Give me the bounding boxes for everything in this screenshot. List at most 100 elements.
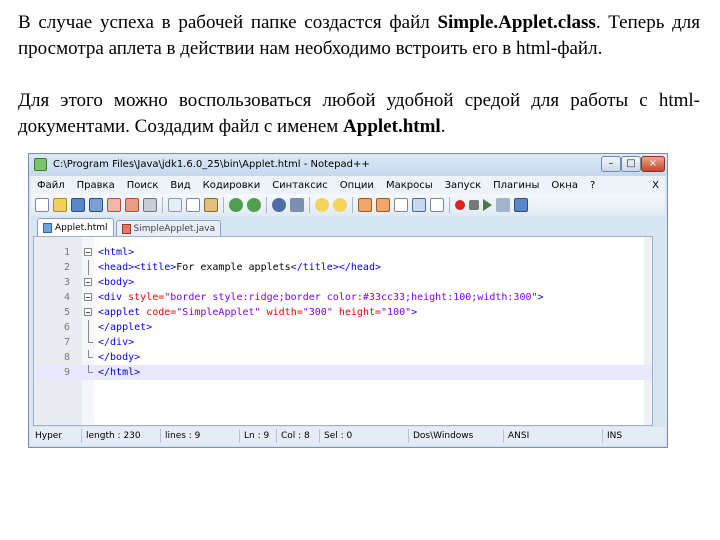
notepad-app-icon xyxy=(34,158,47,171)
code-text: <head><title>For example applets</title>… xyxy=(98,260,381,275)
line-number: 3 xyxy=(63,277,70,288)
line-number: 8 xyxy=(63,352,70,363)
macro-save-icon[interactable] xyxy=(514,198,528,212)
tab-label: Applet.html xyxy=(55,222,108,233)
maximize-button[interactable]: □ xyxy=(621,156,641,172)
code-token-tag: </html> xyxy=(98,367,141,378)
line-number: 1 xyxy=(63,247,70,258)
minimize-button[interactable]: – xyxy=(601,156,621,172)
menu-view[interactable]: Вид xyxy=(164,180,196,191)
menu-syntax[interactable]: Синтаксис xyxy=(266,180,334,191)
code-editor[interactable]: 1 <html> 2 <head><title>For example applets… xyxy=(33,236,653,426)
code-token-val: "SimpleApplet" xyxy=(176,307,261,318)
code-text: </applet> xyxy=(98,320,152,335)
sync-v-icon[interactable] xyxy=(358,198,372,212)
code-token-tag: <div xyxy=(98,292,129,303)
status-lines: lines : 9 xyxy=(161,429,240,443)
menu-macros[interactable]: Макросы xyxy=(380,180,439,191)
toolbar-separator xyxy=(352,197,353,213)
menu-encoding[interactable]: Кодировки xyxy=(197,180,267,191)
code-token-attr: height= xyxy=(338,307,382,318)
undo-icon[interactable] xyxy=(229,198,243,212)
code-line[interactable]: 3 <body> xyxy=(34,275,652,290)
menu-file[interactable]: Файл xyxy=(31,180,71,191)
toolbar-separator xyxy=(266,197,267,213)
code-token-txt: For example applets xyxy=(176,262,291,273)
toolbar-separator xyxy=(223,197,224,213)
code-token-tag: <body> xyxy=(98,277,135,288)
macro-run-icon[interactable] xyxy=(496,198,510,212)
code-token-val: "300" xyxy=(302,307,333,318)
code-token-attr: width= xyxy=(266,307,303,318)
status-eol: Dos\Windows xyxy=(409,429,504,443)
code-line[interactable]: 4 <div style="border style:ridge;border c… xyxy=(34,290,652,305)
status-column: Col : 8 xyxy=(277,429,320,443)
close-document-button[interactable]: X xyxy=(646,180,665,191)
close-all-icon[interactable] xyxy=(125,198,139,212)
code-token-tag: > xyxy=(537,292,544,303)
title-bar[interactable]: C:\Program Files\Java\jdk1.6.0_25\bin\Ap… xyxy=(29,154,667,176)
fold-toggle-icon[interactable] xyxy=(84,248,92,256)
zoom-out-icon[interactable] xyxy=(333,198,347,212)
menu-search[interactable]: Поиск xyxy=(121,180,165,191)
fold-toggle-icon[interactable] xyxy=(84,278,92,286)
find-icon[interactable] xyxy=(272,198,286,212)
replace-icon[interactable] xyxy=(290,198,304,212)
line-number: 9 xyxy=(63,367,70,378)
code-line[interactable]: 9 </html> xyxy=(34,365,652,380)
menu-windows[interactable]: Окна xyxy=(545,180,584,191)
paragraph-2: Для этого можно воспользоваться любой уд… xyxy=(18,88,700,140)
fold-guide xyxy=(88,260,89,275)
sync-h-icon[interactable] xyxy=(376,198,390,212)
close-file-icon[interactable] xyxy=(107,198,121,212)
code-line[interactable]: 8 </body> xyxy=(34,350,652,365)
code-text: <applet code="SimpleApplet" width="300" … xyxy=(98,305,417,320)
code-token-tag: </title></head> xyxy=(290,262,381,273)
macro-play-icon[interactable] xyxy=(483,199,492,211)
macro-stop-icon[interactable] xyxy=(469,200,479,210)
menu-edit[interactable]: Правка xyxy=(71,180,121,191)
code-text: </html> xyxy=(98,365,140,380)
code-line[interactable]: 1 <html> xyxy=(34,245,652,260)
toolbar-separator xyxy=(162,197,163,213)
tab-bar: Applet.html SimpleApplet.java xyxy=(31,218,665,236)
status-line-pos: Ln : 9 xyxy=(240,429,277,443)
menu-help[interactable]: ? xyxy=(584,180,601,191)
new-file-icon[interactable] xyxy=(35,198,49,212)
menu-plugins[interactable]: Плагины xyxy=(487,180,545,191)
file-icon xyxy=(121,223,131,234)
all-chars-icon[interactable] xyxy=(412,198,426,212)
menu-run[interactable]: Запуск xyxy=(439,180,488,191)
line-number: 7 xyxy=(63,337,70,348)
cut-icon[interactable] xyxy=(168,198,182,212)
indent-guide-icon[interactable] xyxy=(430,198,444,212)
redo-icon[interactable] xyxy=(247,198,261,212)
copy-icon[interactable] xyxy=(186,198,200,212)
macro-record-icon[interactable] xyxy=(455,200,465,210)
save-all-icon[interactable] xyxy=(89,198,103,212)
code-token-val: "border style:ridge;border color:#33cc33… xyxy=(164,292,538,303)
tab-applet-html[interactable]: Applet.html xyxy=(37,218,114,236)
code-line[interactable]: 7 </div> xyxy=(34,335,652,350)
save-icon[interactable] xyxy=(71,198,85,212)
code-token-tag: </body> xyxy=(98,352,141,363)
code-line[interactable]: 2 <head><title>For example applets</title… xyxy=(34,260,652,275)
menu-options[interactable]: Опции xyxy=(334,180,380,191)
wrap-icon[interactable] xyxy=(394,198,408,212)
open-icon[interactable] xyxy=(53,198,67,212)
html-file-name: Applet.html xyxy=(343,116,441,137)
fold-toggle-icon[interactable] xyxy=(84,308,92,316)
code-token-attr: code= xyxy=(146,307,177,318)
paste-icon[interactable] xyxy=(204,198,218,212)
window-title: C:\Program Files\Java\jdk1.6.0_25\bin\Ap… xyxy=(53,159,370,170)
code-line[interactable]: 6 </applet> xyxy=(34,320,652,335)
tab-simpleapplet-java[interactable]: SimpleApplet.java xyxy=(115,220,222,236)
code-line[interactable]: 5 <applet code="SimpleApplet" width="300"… xyxy=(34,305,652,320)
fold-toggle-icon[interactable] xyxy=(84,293,92,301)
fold-guide xyxy=(88,350,93,358)
line-number: 2 xyxy=(63,262,70,273)
class-file-name: Simple.Applet.class xyxy=(437,12,596,33)
print-icon[interactable] xyxy=(143,198,157,212)
close-button[interactable]: × xyxy=(641,156,665,172)
zoom-in-icon[interactable] xyxy=(315,198,329,212)
